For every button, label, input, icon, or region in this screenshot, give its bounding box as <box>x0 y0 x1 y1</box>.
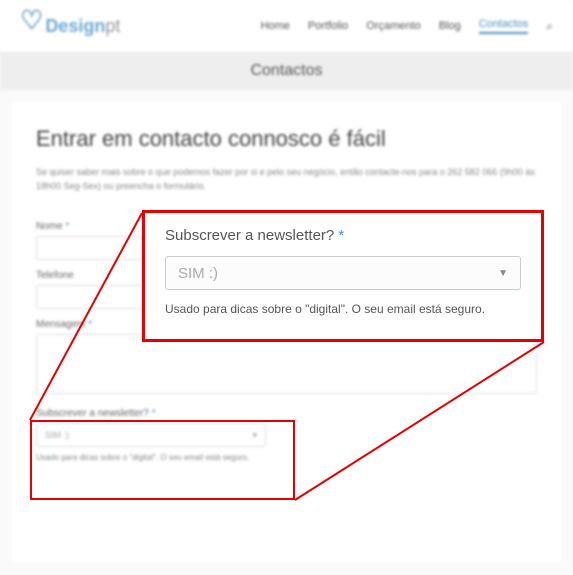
logo-pt-text: pt <box>105 16 120 37</box>
select-newsletter-zoom[interactable]: SIM :) ▼ <box>165 256 521 290</box>
highlight-zoom-box: Subscrever a newsletter? * SIM :) ▼ Usad… <box>142 210 544 342</box>
nav-links: Home Portfolio Orçamento Blog Contactos … <box>261 18 553 34</box>
search-icon[interactable]: ⌕ <box>546 19 553 34</box>
nav-orcamento[interactable]: Orçamento <box>366 20 420 32</box>
textarea-mensagem[interactable] <box>36 334 537 394</box>
top-nav: ♡ Designpt Home Portfolio Orçamento Blog… <box>0 0 573 52</box>
select-newsletter-small[interactable]: SIM :) ▾ <box>36 423 266 447</box>
nav-contactos[interactable]: Contactos <box>479 18 529 34</box>
heart-icon: ♡ <box>20 14 43 27</box>
nav-portfolio[interactable]: Portfolio <box>308 20 348 32</box>
chevron-down-icon: ▼ <box>498 268 508 279</box>
label-newsletter-small: Subscrever a newsletter? * <box>36 408 537 419</box>
logo[interactable]: ♡ Designpt <box>20 16 120 37</box>
hint-newsletter-zoom: Usado para dicas sobre o "digital". O se… <box>165 302 521 316</box>
label-newsletter-zoom: Subscrever a newsletter? * <box>165 227 521 244</box>
logo-design-text: Design <box>45 16 105 37</box>
page-title-bar: Contactos <box>0 52 573 90</box>
newsletter-section: Subscrever a newsletter? * SIM :) ▾ Usad… <box>36 408 537 462</box>
hint-newsletter-small: Usado para dicas sobre o "digital". O se… <box>36 453 537 462</box>
nav-home[interactable]: Home <box>261 20 290 32</box>
nav-blog[interactable]: Blog <box>439 20 461 32</box>
chevron-down-icon: ▾ <box>252 430 257 441</box>
page-heading: Entrar em contacto connosco é fácil <box>36 126 537 152</box>
page-description: Se quiser saber mais sobre o que podemos… <box>36 166 537 193</box>
